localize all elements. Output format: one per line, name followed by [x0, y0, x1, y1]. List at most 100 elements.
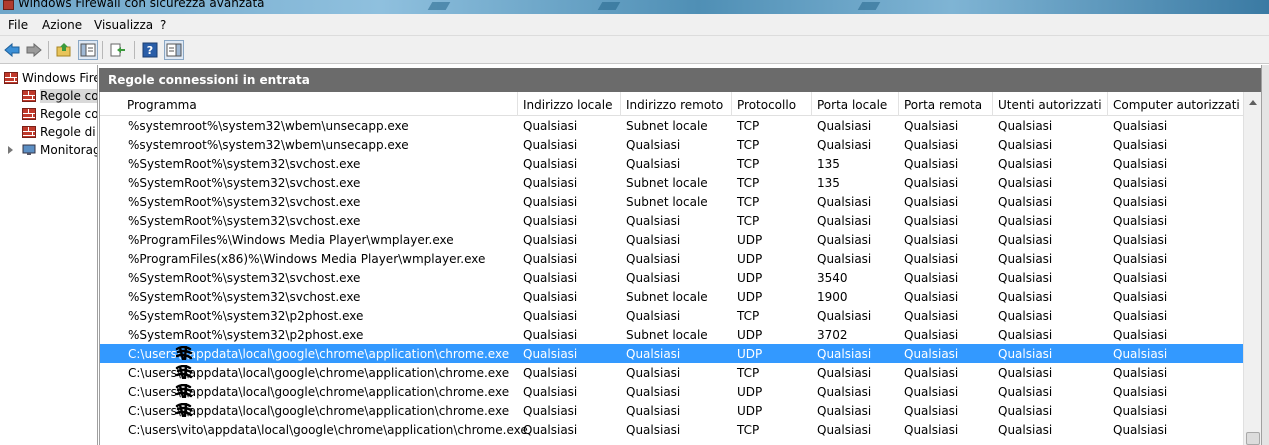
column-header-indirizzo-locale[interactable]: Indirizzo locale [518, 92, 621, 116]
cell-indirizzo-locale: Qualsiasi [523, 309, 578, 323]
main-pane: Regole connessioni in entrata Programma … [99, 65, 1269, 445]
table-row[interactable]: C:\users\ \appdata\local\google\chrome\a… [100, 401, 1243, 420]
cell-protocollo: UDP [737, 233, 763, 247]
cell-protocollo: TCP [737, 309, 760, 323]
cell-indirizzo-remoto: Qualsiasi [626, 233, 681, 247]
table-row[interactable]: %SystemRoot%\system32\svchost.exe Qualsia… [100, 173, 1243, 192]
cell-utenti-autorizzati: Qualsiasi [998, 214, 1053, 228]
cell-indirizzo-locale: Qualsiasi [523, 119, 578, 133]
cell-programma: %SystemRoot%\system32\svchost.exe [128, 157, 361, 171]
cell-protocollo: UDP [737, 404, 763, 418]
cell-protocollo: TCP [737, 366, 760, 380]
cell-porta-locale: Qualsiasi [817, 138, 872, 152]
cell-porta-locale: Qualsiasi [817, 404, 872, 418]
tree-item-windows-firewall[interactable]: Windows Firewall con sicurezza avanzata [4, 69, 97, 87]
show-hide-action-pane-icon[interactable] [164, 40, 184, 60]
cell-indirizzo-locale: Qualsiasi [523, 176, 578, 190]
column-header-protocollo[interactable]: Protocollo [732, 92, 812, 116]
cell-porta-locale: Qualsiasi [817, 214, 872, 228]
tree-item-monitoring[interactable]: Monitoraggio [22, 141, 97, 159]
cell-protocollo: TCP [737, 195, 760, 209]
table-row[interactable]: C:\users\vito\appdata\local\google\chrom… [100, 420, 1243, 439]
cell-porta-remota: Qualsiasi [904, 309, 959, 323]
cell-utenti-autorizzati: Qualsiasi [998, 176, 1053, 190]
table-row[interactable]: %ProgramFiles%\Windows Media Player\wmpl… [100, 230, 1243, 249]
cell-programma: %SystemRoot%\system32\p2phost.exe [128, 328, 364, 342]
cell-programma: %ProgramFiles%\Windows Media Player\wmpl… [128, 233, 454, 247]
cell-utenti-autorizzati: Qualsiasi [998, 290, 1053, 304]
tree-item-inbound-rules[interactable]: Regole connessioni in entrata [22, 87, 97, 105]
tree-expand-arrow-icon[interactable] [8, 146, 13, 154]
export-list-icon[interactable] [108, 40, 128, 60]
up-folder-icon[interactable] [54, 40, 74, 60]
menu-azione[interactable]: Azione [42, 18, 82, 32]
cell-protocollo: TCP [737, 138, 760, 152]
cell-indirizzo-remoto: Subnet locale [626, 176, 708, 190]
cell-porta-remota: Qualsiasi [904, 290, 959, 304]
cell-protocollo: TCP [737, 119, 760, 133]
column-header-computer-autorizzati[interactable]: Computer autorizzati [1108, 92, 1243, 116]
pane-right-border [1261, 65, 1269, 445]
cell-utenti-autorizzati: Qualsiasi [998, 423, 1053, 437]
cell-utenti-autorizzati: Qualsiasi [998, 309, 1053, 323]
column-header-programma[interactable]: Programma [122, 92, 518, 116]
cell-porta-remota: Qualsiasi [904, 423, 959, 437]
column-header-indirizzo-remoto[interactable]: Indirizzo remoto [621, 92, 732, 116]
cell-computer-autorizzati: Qualsiasi [1113, 423, 1168, 437]
table-row[interactable]: C:\users\ \appdata\local\google\chrome\a… [100, 344, 1243, 363]
column-header-porta-locale[interactable]: Porta locale [812, 92, 899, 116]
tree-item-connection-security-rules[interactable]: Regole di sicurezza connessione [22, 123, 97, 141]
cell-porta-remota: Qualsiasi [904, 252, 959, 266]
cell-programma: %SystemRoot%\system32\svchost.exe [128, 195, 361, 209]
cell-porta-remota: Qualsiasi [904, 404, 959, 418]
column-header-porta-remota[interactable]: Porta remota [899, 92, 993, 116]
cell-programma: %SystemRoot%\system32\svchost.exe [128, 176, 361, 190]
table-row[interactable]: %SystemRoot%\system32\svchost.exe Qualsia… [100, 211, 1243, 230]
table-row[interactable]: %SystemRoot%\system32\svchost.exe Qualsia… [100, 192, 1243, 211]
window-title-bar[interactable]: Windows Firewall con sicurezza avanzata [0, 0, 1269, 14]
tree-item-outbound-rules[interactable]: Regole connessioni in uscita [22, 105, 97, 123]
table-row[interactable]: %SystemRoot%\system32\p2phost.exe Qualsia… [100, 306, 1243, 325]
cell-indirizzo-locale: Qualsiasi [523, 214, 578, 228]
table-row[interactable]: C:\users\ \appdata\local\google\chrome\a… [100, 382, 1243, 401]
cell-protocollo: UDP [737, 271, 763, 285]
table-row[interactable]: %ProgramFiles(x86)%\Windows Media Player… [100, 249, 1243, 268]
cell-protocollo: UDP [737, 252, 763, 266]
vertical-scrollbar[interactable] [1243, 92, 1261, 445]
cell-indirizzo-locale: Qualsiasi [523, 328, 578, 342]
table-row[interactable]: C:\users\ \appdata\local\google\chrome\a… [100, 363, 1243, 382]
back-arrow-icon[interactable] [2, 40, 22, 60]
cell-indirizzo-remoto: Qualsiasi [626, 252, 681, 266]
cell-computer-autorizzati: Qualsiasi [1113, 233, 1168, 247]
show-hide-tree-icon[interactable] [78, 40, 98, 60]
scroll-up-arrow-icon[interactable] [1249, 100, 1257, 105]
cell-utenti-autorizzati: Qualsiasi [998, 252, 1053, 266]
cell-indirizzo-locale: Qualsiasi [523, 252, 578, 266]
table-row[interactable]: %SystemRoot%\system32\svchost.exe Qualsia… [100, 154, 1243, 173]
column-header-utenti-autorizzati[interactable]: Utenti autorizzati [993, 92, 1108, 116]
cell-protocollo: TCP [737, 423, 760, 437]
menu-file[interactable]: File [8, 18, 28, 32]
help-icon[interactable]: ? [140, 40, 160, 60]
scrollbar-thumb[interactable] [1246, 432, 1260, 445]
table-row[interactable]: %SystemRoot%\system32\p2phost.exe Qualsia… [100, 325, 1243, 344]
table-row[interactable]: %systemroot%\system32\wbem\unsecapp.exe Q… [100, 116, 1243, 135]
cell-indirizzo-remoto: Qualsiasi [626, 385, 681, 399]
cell-computer-autorizzati: Qualsiasi [1113, 195, 1168, 209]
menu-help[interactable]: ? [160, 18, 166, 32]
cell-indirizzo-locale: Qualsiasi [523, 290, 578, 304]
firewall-icon [4, 72, 18, 84]
cell-utenti-autorizzati: Qualsiasi [998, 195, 1053, 209]
cell-programma: C:\users\vito\appdata\local\google\chrom… [128, 423, 528, 437]
cell-porta-locale: Qualsiasi [817, 252, 872, 266]
cell-indirizzo-remoto: Qualsiasi [626, 271, 681, 285]
table-row[interactable]: %SystemRoot%\system32\svchost.exe Qualsia… [100, 287, 1243, 306]
cell-indirizzo-remoto: Subnet locale [626, 290, 708, 304]
menu-visualizza[interactable]: Visualizza [94, 18, 153, 32]
table-row[interactable]: %systemroot%\system32\wbem\unsecapp.exe Q… [100, 135, 1243, 154]
toolbar-separator [134, 41, 135, 59]
forward-arrow-icon[interactable] [24, 40, 44, 60]
table-row[interactable]: %SystemRoot%\system32\svchost.exe Qualsia… [100, 268, 1243, 287]
cell-utenti-autorizzati: Qualsiasi [998, 157, 1053, 171]
cell-utenti-autorizzati: Qualsiasi [998, 119, 1053, 133]
